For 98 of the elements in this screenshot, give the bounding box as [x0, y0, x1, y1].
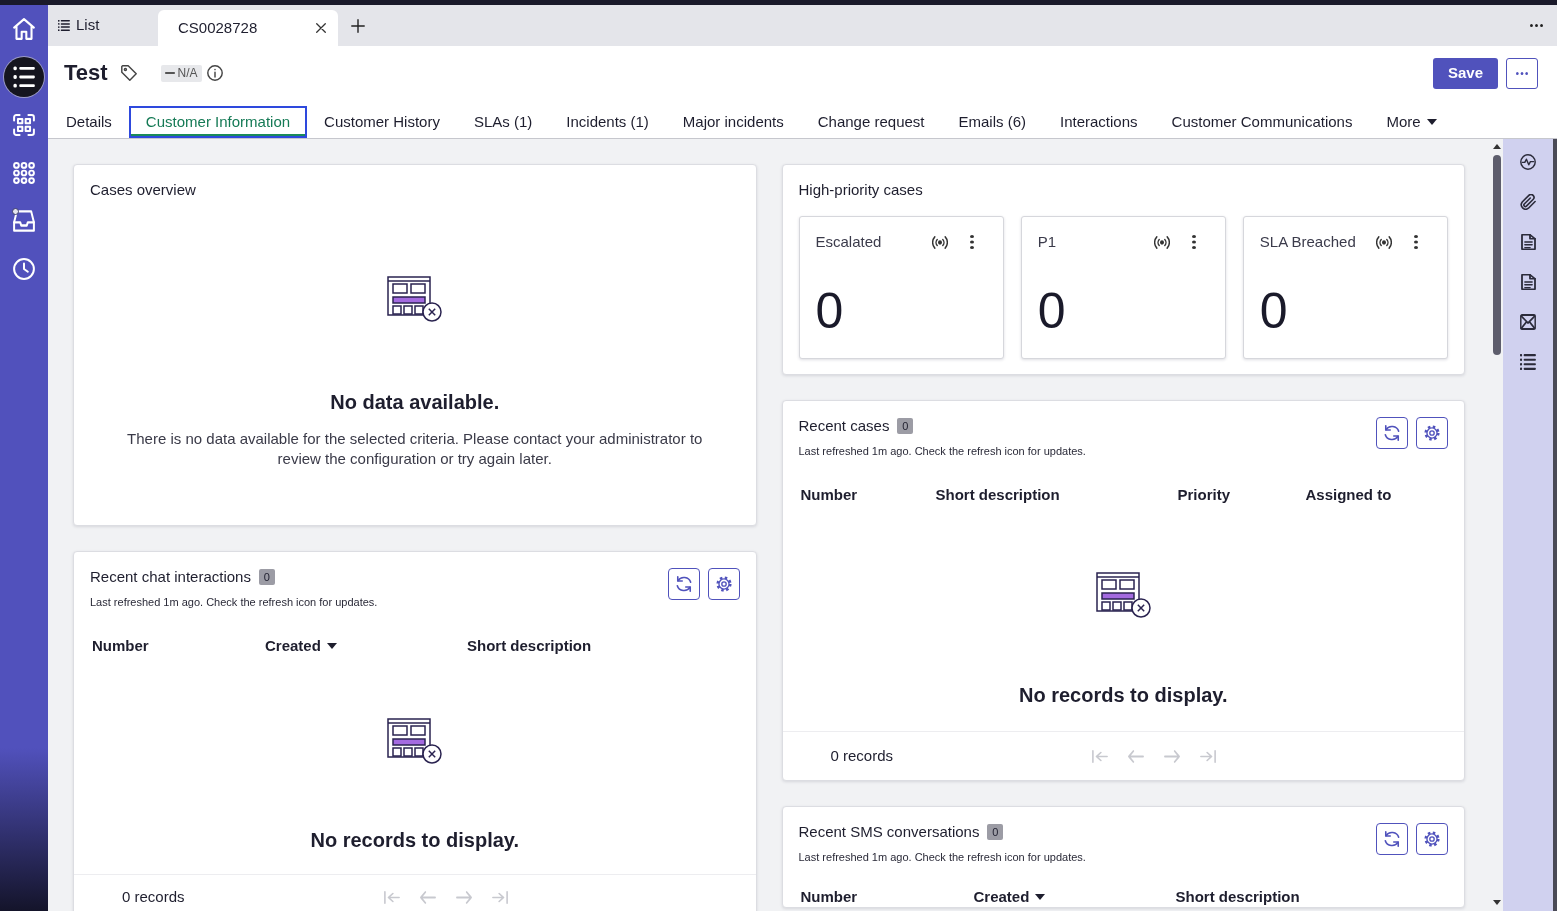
more-vertical-icon[interactable]: [969, 235, 974, 249]
section-tab[interactable]: Interactions: [1043, 106, 1155, 138]
status-value: N/A: [177, 64, 198, 82]
refresh-button[interactable]: [1376, 823, 1408, 855]
save-button[interactable]: Save: [1433, 57, 1498, 89]
section-tab[interactable]: Customer History: [307, 106, 457, 138]
settings-icon: [1424, 831, 1440, 847]
mail-icon[interactable]: [1520, 314, 1536, 330]
empty-state-title: No records to display.: [1017, 683, 1229, 707]
section-tab[interactable]: Customer Information: [128, 106, 308, 138]
empty-table-icon: [1095, 572, 1151, 618]
tag-icon[interactable]: [120, 65, 137, 81]
widget-title: Recent chat interactions: [90, 567, 251, 587]
section-tab[interactable]: Major incidents: [665, 106, 801, 138]
empty-state-title: No data available.: [329, 390, 501, 414]
minus-icon: [164, 72, 175, 74]
column-header[interactable]: Short description: [1175, 887, 1300, 907]
column-header[interactable]: Priority: [1177, 485, 1230, 505]
info-icon[interactable]: [206, 65, 223, 81]
clock-icon: [13, 258, 35, 280]
section-tab[interactable]: Customer Communications: [1154, 106, 1370, 138]
broadcast-icon: [931, 235, 948, 249]
plus-icon: [351, 18, 365, 33]
scrollbar[interactable]: [1490, 139, 1503, 911]
list-icon[interactable]: [1520, 354, 1536, 370]
document-icon[interactable]: [1520, 234, 1536, 250]
close-icon: [316, 23, 326, 33]
arrow-down-icon[interactable]: [1492, 900, 1501, 905]
settings-icon: [715, 576, 732, 592]
inbox-icon: [13, 210, 35, 232]
column-header[interactable]: Number: [800, 887, 858, 907]
record-title: Test: [64, 60, 108, 86]
widget-title: Recent cases: [798, 416, 890, 436]
refresh-note: Last refreshed 1m ago. Check the refresh icon for updates.: [90, 595, 379, 610]
metric-label: P1: [1037, 232, 1056, 252]
more-vertical-icon[interactable]: [1414, 235, 1418, 249]
column-header[interactable]: Created: [265, 636, 337, 656]
section-tab[interactable]: SLAs (1): [456, 106, 550, 138]
record-count: 0: [258, 569, 275, 585]
metric-value: 0: [1259, 283, 1289, 339]
list-icon: [13, 66, 35, 88]
refresh-icon: [675, 576, 692, 592]
widget-title: Cases overview: [90, 180, 197, 200]
refresh-button[interactable]: [667, 568, 700, 600]
record-count: 0: [897, 418, 914, 434]
metric-value: 0: [815, 283, 845, 339]
paperclip-icon[interactable]: [1520, 194, 1536, 210]
record-tab[interactable]: CS0028728: [158, 10, 338, 46]
document-icon[interactable]: [1520, 274, 1536, 290]
section-tab[interactable]: Incidents (1): [549, 106, 666, 138]
metric-label: SLA Breached: [1259, 232, 1356, 252]
record-total: 0 records: [122, 887, 185, 907]
section-tab[interactable]: Change request: [800, 106, 942, 138]
more-actions-button[interactable]: [1506, 57, 1538, 89]
list-tab[interactable]: List: [48, 5, 158, 46]
sidebar-item[interactable]: [4, 57, 44, 97]
broadcast-icon: [1153, 235, 1170, 249]
record-count: 0: [987, 824, 1004, 840]
metric-label: Escalated: [815, 232, 882, 252]
widget-title: Recent SMS conversations: [798, 822, 980, 842]
column-header[interactable]: Created: [973, 887, 1046, 907]
more-icon: [1529, 24, 1543, 27]
empty-state-title: No records to display.: [309, 828, 521, 852]
more-vertical-icon[interactable]: [1191, 235, 1196, 249]
apps-icon: [13, 162, 35, 184]
settings-button[interactable]: [707, 568, 740, 600]
refresh-icon: [1384, 831, 1400, 847]
empty-state-message: There is no data available for the selected criteria. Please contact your administrator to review the configuration or try again later.: [126, 429, 704, 469]
metric-value: 0: [1037, 283, 1067, 339]
column-header[interactable]: Number: [800, 485, 858, 505]
scrollbar-thumb[interactable]: [1492, 155, 1501, 355]
refresh-note: Last refreshed 1m ago. Check the refresh icon for updates.: [798, 850, 1087, 865]
column-header[interactable]: Short description: [935, 485, 1060, 505]
column-header[interactable]: Short description: [467, 636, 592, 656]
empty-table-icon: [387, 276, 443, 322]
empty-table-icon: [387, 718, 443, 764]
settings-icon: [1424, 425, 1440, 441]
section-tab[interactable]: Details: [49, 106, 129, 138]
more-icon: [1516, 71, 1528, 75]
settings-button[interactable]: [1416, 417, 1448, 449]
refresh-button[interactable]: [1376, 417, 1408, 449]
activity-icon[interactable]: [1520, 154, 1536, 170]
home-icon: [13, 18, 35, 40]
record-total: 0 records: [830, 746, 894, 766]
refresh-icon: [1384, 425, 1400, 441]
scan-icon: [13, 114, 35, 136]
column-header[interactable]: Assigned to: [1305, 485, 1392, 505]
refresh-note: Last refreshed 1m ago. Check the refresh icon for updates.: [798, 444, 1087, 459]
arrow-up-icon[interactable]: [1492, 144, 1501, 149]
broadcast-icon: [1376, 235, 1392, 249]
section-tab[interactable]: Emails (6): [941, 106, 1043, 138]
list-icon: [58, 20, 70, 31]
column-header[interactable]: Number: [92, 636, 149, 656]
widget-title: High-priority cases: [798, 180, 924, 200]
close-tab-button[interactable]: [316, 23, 326, 33]
more-menu-tab[interactable]: More: [1369, 106, 1454, 138]
caret-icon: [1426, 119, 1437, 125]
settings-button[interactable]: [1416, 823, 1448, 855]
